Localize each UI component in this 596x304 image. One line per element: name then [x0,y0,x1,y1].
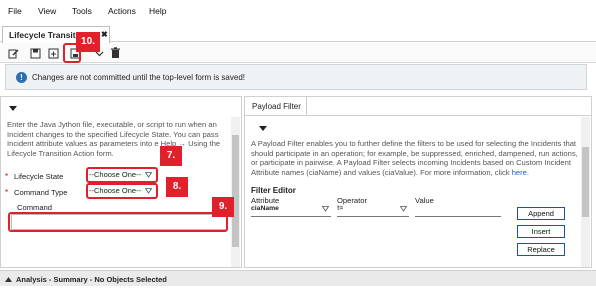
menu-actions[interactable]: Actions [108,6,136,16]
right-scrollbar-thumb[interactable] [582,147,589,217]
analysis-summary-text: Analysis - Summary - No Objects Selected [16,275,167,284]
operator-value: != [337,205,344,212]
dropdown-arrow-icon [399,206,408,214]
operator-select[interactable]: != [337,205,409,217]
insert-button[interactable]: Insert [517,225,565,238]
attribute-label: Attribute [251,196,280,205]
menu-help[interactable]: Help [149,6,166,16]
command-type-label: Command Type [14,188,68,197]
value-label: Value [415,196,434,205]
tab-divider [245,115,591,116]
menu-file[interactable]: File [8,6,22,16]
left-scrollbar[interactable] [231,117,240,267]
lifecycle-state-label: Lifecycle State [14,172,64,181]
attribute-value: ciaName [251,205,279,212]
annotation-badge-7: 7. [160,146,182,166]
notice-text: Changes are not committed until the top-… [32,73,245,82]
tab-payload-filter[interactable]: Payload Filter [245,97,307,115]
annotation-box-7 [86,167,158,183]
delete-icon[interactable] [108,46,122,60]
annotation-badge-9: 9. [212,197,234,217]
help-link[interactable]: here. [512,168,529,177]
payload-filter-tab-label: Payload Filter [252,102,301,111]
command-label: Command [17,203,53,212]
unsaved-notice: ! Changes are not committed until the to… [5,64,587,90]
replace-button[interactable]: Replace [517,243,565,256]
value-input[interactable] [415,205,501,217]
menu-bar: File View Tools Actions Help [0,0,596,22]
annotation-badge-10: 10. [76,32,100,52]
required-marker: * [5,172,9,181]
required-marker: * [5,188,9,197]
annotation-box-8 [86,183,158,199]
collapse-chevron-icon[interactable] [9,105,17,114]
right-scrollbar[interactable] [581,117,590,267]
right-pane: Payload Filter A Payload Filter enables … [244,96,592,268]
edit-icon[interactable] [6,46,20,60]
analysis-bar[interactable]: Analysis - Summary - No Objects Selected [0,270,596,286]
operator-label: Operator [337,196,367,205]
menu-view[interactable]: View [38,6,56,16]
menu-tools[interactable]: Tools [72,6,92,16]
annotation-badge-8: 8. [166,177,188,197]
append-button[interactable]: Append [517,207,565,220]
attribute-select[interactable]: ciaName [251,205,331,217]
save-and-new-icon[interactable] [46,46,60,60]
payload-description: A Payload Filter enables you to further … [251,139,579,177]
annotation-box-9 [8,212,228,232]
save-icon[interactable] [28,46,42,60]
expand-arrow-icon[interactable] [5,275,12,284]
dropdown-arrow-icon [321,206,330,214]
filter-editor-title: Filter Editor [251,186,296,195]
info-icon: ! [16,72,27,83]
collapse-chevron-icon[interactable] [259,125,267,134]
left-scrollbar-thumb[interactable] [232,135,239,247]
left-description: Enter the Java Jython file, executable, … [7,120,221,158]
tab-close-icon[interactable]: ✖ [101,30,108,39]
